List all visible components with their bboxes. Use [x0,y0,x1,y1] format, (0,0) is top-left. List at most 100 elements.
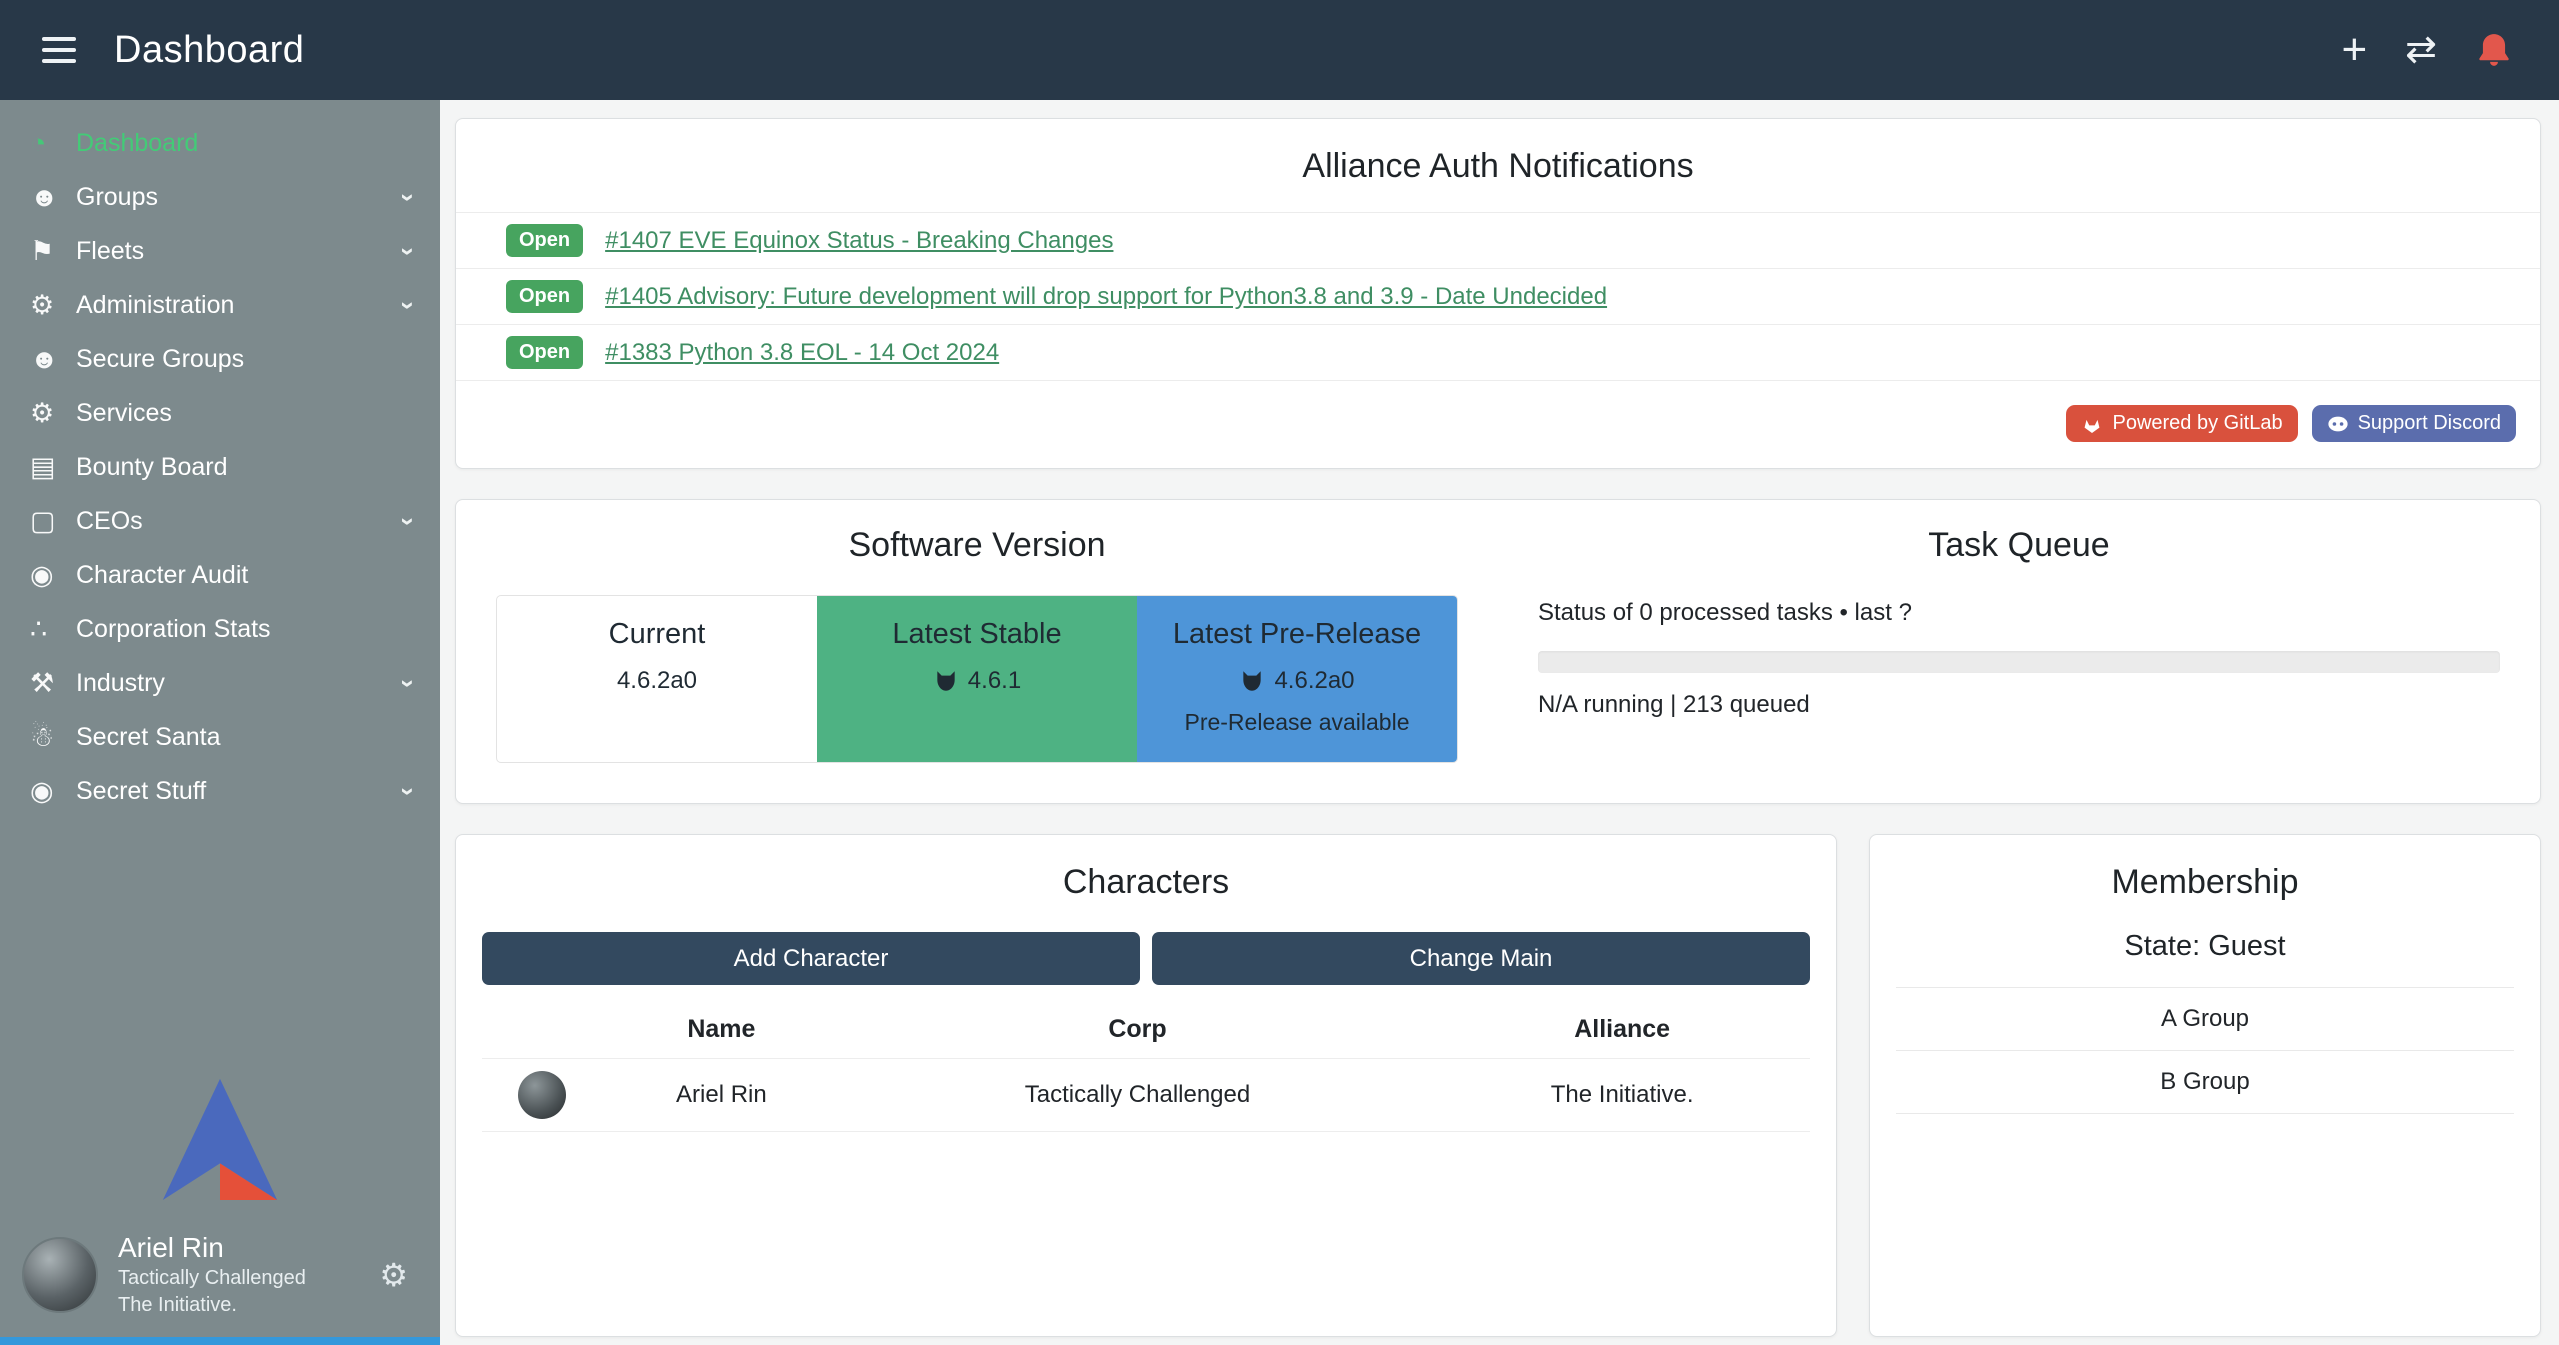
membership-title: Membership [1896,863,2514,902]
column-header-corp: Corp [841,997,1435,1059]
menu-toggle-button[interactable] [36,24,82,76]
briefcase-icon: ⚑ [30,238,76,265]
cat-icon [1239,669,1265,693]
version-current-label: Current [507,618,807,651]
status-badge: Open [506,336,583,369]
chevron-down-icon: › [393,193,422,201]
discord-badge[interactable]: Support Discord [2312,405,2516,442]
sidebar-item-bounty-board[interactable]: ▤ Bounty Board [0,440,440,494]
sidebar-item-character-audit[interactable]: ◉ Character Audit [0,548,440,602]
sidebar-item-label: Services [76,399,172,428]
notifications-card: Alliance Auth Notifications Open #1407 E… [455,118,2541,469]
sidebar-item-label: CEOs [76,507,143,536]
bell-icon [2475,31,2513,69]
board-icon: ▤ [30,454,76,481]
avatar [22,1237,98,1313]
sidebar: ◔ Dashboard ☻ Groups › ⚑ Fleets › ⚙ Admi… [0,100,440,1345]
gears-icon: ⚙ [30,292,76,319]
sidebar-item-label: Secret Stuff [76,777,206,806]
membership-card: Membership State: Guest A Group B Group [1869,834,2541,1337]
sidebar-item-fleets[interactable]: ⚑ Fleets › [0,224,440,278]
task-queue-title: Task Queue [1538,526,2500,565]
gear-icon: ⚙ [379,1257,408,1293]
gitlab-icon [2081,413,2103,435]
sidebar-item-ceos[interactable]: ▢ CEOs › [0,494,440,548]
version-current-value: 4.6.2a0 [617,667,697,695]
version-prerelease-value: 4.6.2a0 [1274,667,1354,695]
sidebar-item-label: Bounty Board [76,453,228,482]
characters-table: Name Corp Alliance Ariel Rin Tactically … [482,997,1810,1132]
sidebar-item-services[interactable]: ⚙ Services [0,386,440,440]
sidebar-nav: ◔ Dashboard ☻ Groups › ⚑ Fleets › ⚙ Admi… [0,116,440,818]
task-queue-progressbar [1538,651,2500,673]
user-panel: Ariel Rin Tactically Challenged The Init… [0,1214,440,1337]
characters-actions: Add Character Change Main [482,932,1810,985]
notifications-button[interactable] [2475,31,2513,69]
character-corp: Tactically Challenged [841,1059,1435,1132]
sidebar-item-groups[interactable]: ☻ Groups › [0,170,440,224]
characters-card: Characters Add Character Change Main Nam… [455,834,1837,1337]
sidebar-item-corporation-stats[interactable]: ∴ Corporation Stats [0,602,440,656]
task-queue-summary: N/A running | 213 queued [1538,691,2500,719]
sidebar-item-label: Corporation Stats [76,615,271,644]
list-item-group: A Group [1896,987,2514,1050]
group-list: A Group B Group [1896,987,2514,1114]
add-button[interactable]: + [2341,28,2367,72]
notification-link[interactable]: #1383 Python 3.8 EOL - 14 Oct 2024 [605,339,999,367]
sidebar-item-administration[interactable]: ⚙ Administration › [0,278,440,332]
chevron-down-icon: › [393,787,422,795]
sidebar-item-label: Character Audit [76,561,248,590]
main-content: Alliance Auth Notifications Open #1407 E… [440,100,2559,1345]
sidebar-item-label: Secure Groups [76,345,244,374]
plus-icon: + [2341,25,2367,74]
wrench-icon: ⚒ [30,670,76,697]
sidebar-item-label: Dashboard [76,129,198,158]
change-main-button[interactable]: Change Main [1152,932,1810,985]
chevron-down-icon: › [393,247,422,255]
character-switch-button[interactable]: ⇄ [2405,31,2437,69]
eye-icon: ◉ [30,562,76,589]
column-header-name: Name [602,997,841,1059]
folder-icon: ▢ [30,508,76,535]
sidebar-item-industry[interactable]: ⚒ Industry › [0,656,440,710]
sidebar-item-dashboard[interactable]: ◔ Dashboard [0,116,440,170]
prerelease-note: Pre-Release available [1147,709,1447,736]
chevron-down-icon: › [393,679,422,687]
external-badges: Powered by GitLab Support Discord [456,381,2540,442]
status-badge: Open [506,280,583,313]
user-alliance: The Initiative. [118,1292,306,1319]
version-boxes: Current 4.6.2a0 Latest Stable 4.6.1 [496,595,1458,763]
notification-link[interactable]: #1405 Advisory: Future development will … [605,283,1607,311]
discord-badge-label: Support Discord [2358,412,2501,435]
user-settings-button[interactable]: ⚙ [373,1255,414,1295]
sidebar-bottom-strip [0,1337,440,1345]
gitlab-badge-label: Powered by GitLab [2112,412,2282,435]
top-navbar: Dashboard + ⇄ [0,0,2559,100]
add-character-button[interactable]: Add Character [482,932,1140,985]
share-icon: ∴ [30,616,76,643]
version-prerelease: Latest Pre-Release 4.6.2a0 Pre-Release a… [1137,596,1457,762]
notification-link[interactable]: #1407 EVE Equinox Status - Breaking Chan… [605,227,1113,255]
characters-title: Characters [482,863,1810,902]
software-version-section: Software Version Current 4.6.2a0 Latest … [456,526,1498,763]
eye-icon: ◉ [30,778,76,805]
membership-state: State: Guest [1896,930,2514,963]
sidebar-item-secret-santa[interactable]: ☃ Secret Santa [0,710,440,764]
sidebar-item-secure-groups[interactable]: ☻ Secure Groups [0,332,440,386]
gears-icon: ⚙ [30,400,76,427]
discord-icon [2327,413,2349,435]
bottom-row: Characters Add Character Change Main Nam… [455,834,2541,1337]
status-badge: Open [506,224,583,257]
version-current: Current 4.6.2a0 [497,596,817,762]
alliance-logo [0,1066,440,1214]
hamburger-icon [42,37,76,63]
sidebar-item-label: Fleets [76,237,144,266]
sidebar-item-secret-stuff[interactable]: ◉ Secret Stuff › [0,764,440,818]
shuffle-icon: ⇄ [2405,29,2437,71]
sidebar-item-label: Secret Santa [76,723,221,752]
character-name: Ariel Rin [602,1059,841,1132]
gitlab-badge[interactable]: Powered by GitLab [2066,405,2297,442]
column-header-portrait [482,997,602,1059]
notifications-title: Alliance Auth Notifications [456,147,2540,186]
chevron-down-icon: › [393,301,422,309]
